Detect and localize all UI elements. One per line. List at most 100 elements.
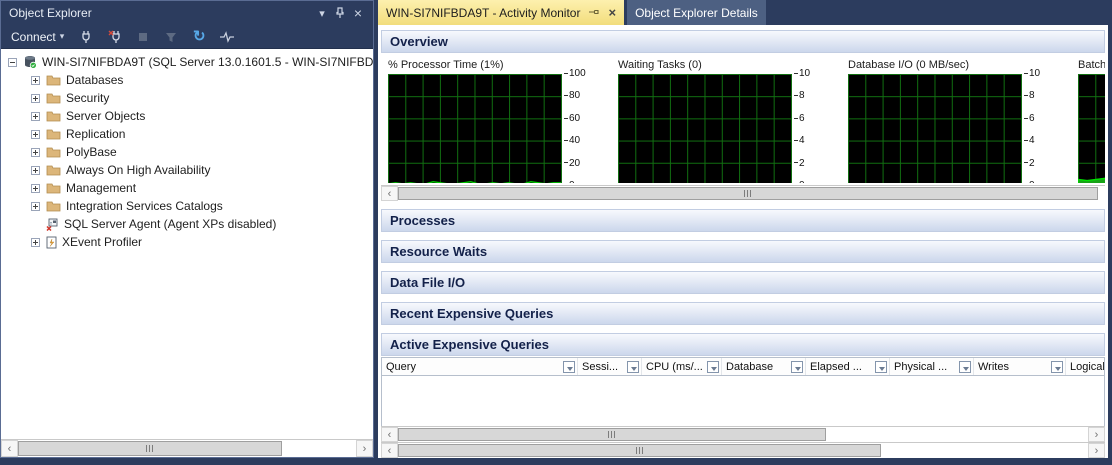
column-header-session[interactable]: Sessi... <box>578 358 642 375</box>
filter-dropdown-icon[interactable] <box>627 360 639 373</box>
y-axis-ticks: 1086420 <box>1022 69 1040 184</box>
chart-processor-time: % Processor Time (1%) 100806040200 <box>388 59 592 183</box>
folder-icon <box>46 200 61 212</box>
scroll-track[interactable] <box>398 186 1105 201</box>
scroll-thumb[interactable] <box>398 428 826 441</box>
connect-object-icon[interactable] <box>78 28 96 46</box>
column-header-query[interactable]: Query <box>382 358 578 375</box>
chevron-down-icon: ▾ <box>59 31 65 41</box>
object-explorer-hscrollbar[interactable]: ‹ › <box>1 439 373 457</box>
expand-icon[interactable] <box>31 183 40 193</box>
filter-dropdown-icon[interactable] <box>959 360 971 373</box>
scroll-right-icon[interactable]: › <box>1088 443 1105 458</box>
activity-monitor-document: Overview % Processor Time (1%) 100 80 60 40… <box>378 25 1112 458</box>
refresh-icon[interactable]: ↻ <box>190 28 208 46</box>
connect-button[interactable]: Connect ▾ <box>7 28 68 46</box>
expand-icon[interactable] <box>31 111 40 121</box>
filter-dropdown-icon[interactable] <box>875 360 887 373</box>
scroll-left-icon[interactable]: ‹ <box>381 186 398 201</box>
tree-item-security[interactable]: Security <box>1 89 373 107</box>
tree-item-management[interactable]: Management <box>1 179 373 197</box>
scroll-grip-icon <box>635 447 644 454</box>
tree-item-server[interactable]: WIN-SI7NIFBDA9T (SQL Server 13.0.1601.5 … <box>1 53 373 71</box>
tree-item-label: SQL Server Agent (Agent XPs disabled) <box>64 217 277 231</box>
section-data-file-io[interactable]: Data File I/O <box>381 271 1105 294</box>
expand-icon[interactable] <box>31 75 40 85</box>
filter-dropdown-icon[interactable] <box>1051 360 1063 373</box>
scroll-thumb[interactable] <box>18 441 282 456</box>
y-axis-ticks: 1086420 <box>792 69 810 184</box>
scroll-left-icon[interactable]: ‹ <box>1 440 18 457</box>
expand-icon[interactable] <box>31 93 40 103</box>
waiting-tasks-plot <box>618 74 792 183</box>
folder-icon <box>46 182 61 194</box>
pin-icon[interactable] <box>588 8 600 18</box>
folder-icon <box>46 128 61 140</box>
scroll-left-icon[interactable]: ‹ <box>381 443 398 458</box>
queries-table-hscrollbar[interactable]: ‹ › <box>381 426 1105 442</box>
close-icon[interactable]: × <box>349 5 367 21</box>
scroll-track[interactable] <box>18 440 356 457</box>
column-header-database[interactable]: Database <box>722 358 806 375</box>
expand-icon[interactable] <box>31 129 40 139</box>
tab-activity-monitor[interactable]: WIN-SI7NIFBDA9T - Activity Monitor × <box>378 0 625 25</box>
section-label: Resource Waits <box>390 244 488 259</box>
pin-icon[interactable] <box>331 5 349 21</box>
section-overview[interactable]: Overview <box>381 30 1105 53</box>
tree-item-databases[interactable]: Databases <box>1 71 373 89</box>
section-label: Overview <box>390 34 448 49</box>
object-explorer-tree: WIN-SI7NIFBDA9T (SQL Server 13.0.1601.5 … <box>1 49 373 439</box>
window-position-icon[interactable]: ▾ <box>313 5 331 21</box>
overview-hscrollbar[interactable]: ‹ <box>381 185 1105 201</box>
scroll-thumb[interactable] <box>398 444 881 457</box>
tree-item-label: Server Objects <box>66 109 146 123</box>
database-io-plot <box>848 74 1022 183</box>
tree-item-replication[interactable]: Replication <box>1 125 373 143</box>
section-processes[interactable]: Processes <box>381 209 1105 232</box>
scroll-right-icon[interactable]: › <box>356 440 373 457</box>
scroll-thumb[interactable] <box>398 187 1098 200</box>
column-header-elapsed[interactable]: Elapsed ... <box>806 358 890 375</box>
column-header-writes[interactable]: Writes <box>974 358 1066 375</box>
filter-dropdown-icon[interactable] <box>791 360 803 373</box>
filter-dropdown-icon[interactable] <box>563 360 575 373</box>
disconnect-object-icon[interactable] <box>106 28 124 46</box>
scroll-left-icon[interactable]: ‹ <box>381 427 398 442</box>
column-header-logical[interactable]: Logical ... <box>1066 358 1104 375</box>
document-hscrollbar[interactable]: ‹ › <box>381 442 1105 458</box>
chart-title: Batch Requests/sec <box>1078 59 1105 71</box>
tree-item-sql-server-agent[interactable]: SQL Server Agent (Agent XPs disabled) <box>1 215 373 233</box>
tree-item-server-objects[interactable]: Server Objects <box>1 107 373 125</box>
tab-object-explorer-details[interactable]: Object Explorer Details <box>627 0 766 25</box>
tree-item-xevent-profiler[interactable]: XEvent Profiler <box>1 233 373 251</box>
folder-icon <box>46 92 61 104</box>
folder-icon <box>46 164 61 176</box>
tree-item-label: Integration Services Catalogs <box>66 199 223 213</box>
activity-monitor-icon[interactable] <box>218 28 236 46</box>
tab-label: Object Explorer Details <box>635 5 758 20</box>
collapse-icon[interactable] <box>8 57 17 67</box>
section-active-expensive-queries[interactable]: Active Expensive Queries <box>381 333 1105 356</box>
expand-icon[interactable] <box>31 237 40 247</box>
xevent-profiler-icon <box>46 236 57 249</box>
filter-dropdown-icon[interactable] <box>707 360 719 373</box>
close-icon[interactable]: × <box>608 5 616 20</box>
column-header-cpu[interactable]: CPU (ms/... <box>642 358 722 375</box>
section-resource-waits[interactable]: Resource Waits <box>381 240 1105 263</box>
scroll-track[interactable] <box>398 427 1088 442</box>
expand-icon[interactable] <box>31 201 40 211</box>
expand-icon[interactable] <box>31 165 40 175</box>
tree-item-polybase[interactable]: PolyBase <box>1 143 373 161</box>
queries-table-body[interactable] <box>381 376 1105 426</box>
tree-item-integration-services[interactable]: Integration Services Catalogs <box>1 197 373 215</box>
scroll-track[interactable] <box>398 443 1088 458</box>
document-panel: WIN-SI7NIFBDA9T - Activity Monitor × Obj… <box>378 0 1112 458</box>
queries-table-header: Query Sessi... CPU (ms/... Database Elap… <box>381 357 1105 376</box>
scroll-right-icon[interactable]: › <box>1088 427 1105 442</box>
column-header-physical[interactable]: Physical ... <box>890 358 974 375</box>
section-recent-expensive-queries[interactable]: Recent Expensive Queries <box>381 302 1105 325</box>
expand-icon[interactable] <box>31 147 40 157</box>
overview-charts: % Processor Time (1%) 100806040200 Waiti… <box>381 53 1105 183</box>
tree-item-always-on[interactable]: Always On High Availability <box>1 161 373 179</box>
scroll-grip-icon <box>145 445 154 452</box>
